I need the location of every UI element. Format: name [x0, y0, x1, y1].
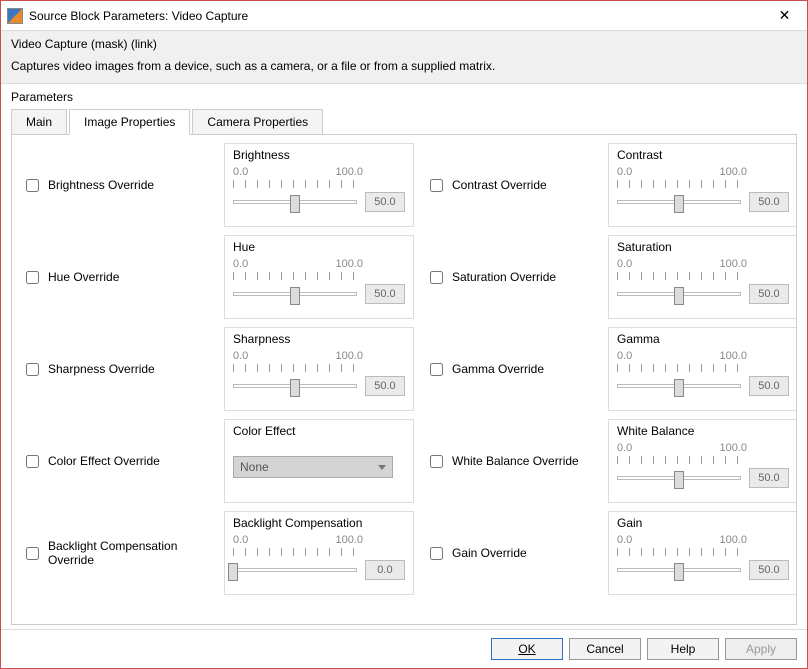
- tab-camera-properties[interactable]: Camera Properties: [192, 109, 323, 135]
- gamma-override-cell: Gamma Override: [426, 360, 596, 379]
- sharpness-override-cell: Sharpness Override: [22, 360, 212, 379]
- gain-value: 50.0: [749, 560, 789, 580]
- brightness-title: Brightness: [233, 148, 405, 162]
- white-balance-override-cell: White Balance Override: [426, 452, 596, 471]
- gain-override-checkbox[interactable]: [430, 547, 443, 560]
- gamma-slider[interactable]: [617, 380, 741, 392]
- contrast-override-checkbox[interactable]: [430, 179, 443, 192]
- white-balance-title: White Balance: [617, 424, 789, 438]
- mask-link-line: Video Capture (mask) (link): [11, 37, 797, 51]
- saturation-override-label: Saturation Override: [452, 270, 556, 284]
- hue-fieldset: Hue 0.0 100.0 50.0: [224, 235, 414, 319]
- color-effect-title: Color Effect: [233, 424, 405, 438]
- titlebar: Source Block Parameters: Video Capture ✕: [1, 1, 807, 31]
- gain-slider[interactable]: [617, 564, 741, 576]
- color-effect-dropdown[interactable]: None: [233, 456, 393, 478]
- gain-override-label: Gain Override: [452, 546, 527, 560]
- backlight-override-cell: Backlight Compensation Override: [22, 539, 212, 567]
- close-button[interactable]: ✕: [762, 1, 807, 30]
- contrast-override-label: Contrast Override: [452, 178, 547, 192]
- brightness-override-checkbox[interactable]: [26, 179, 39, 192]
- sharpness-slider[interactable]: [233, 380, 357, 392]
- backlight-override-label: Backlight Compensation Override: [48, 539, 212, 567]
- cancel-button[interactable]: Cancel: [569, 638, 641, 660]
- apply-button[interactable]: Apply: [725, 638, 797, 660]
- sharpness-fieldset: Sharpness 0.0 100.0 50.0: [224, 327, 414, 411]
- sharpness-value: 50.0: [365, 376, 405, 396]
- color-effect-override-label: Color Effect Override: [48, 454, 160, 468]
- brightness-value: 50.0: [365, 192, 405, 212]
- image-properties-grid: Brightness Override Brightness 0.0 100.0…: [22, 143, 786, 595]
- contrast-override-cell: Contrast Override: [426, 176, 596, 195]
- brightness-override-cell: Brightness Override: [22, 176, 212, 195]
- saturation-title: Saturation: [617, 240, 789, 254]
- backlight-fieldset: Backlight Compensation 0.0 100.0 0.0: [224, 511, 414, 595]
- tab-content-image-properties: Brightness Override Brightness 0.0 100.0…: [11, 134, 797, 625]
- dialog-window: Source Block Parameters: Video Capture ✕…: [0, 0, 808, 669]
- white-balance-override-checkbox[interactable]: [430, 455, 443, 468]
- sharpness-title: Sharpness: [233, 332, 405, 346]
- tab-image-properties[interactable]: Image Properties: [69, 109, 190, 135]
- saturation-slider[interactable]: [617, 288, 741, 300]
- hue-slider[interactable]: [233, 288, 357, 300]
- block-description: Captures video images from a device, suc…: [11, 59, 797, 73]
- window-title: Source Block Parameters: Video Capture: [29, 9, 762, 23]
- tab-main[interactable]: Main: [11, 109, 67, 135]
- white-balance-override-label: White Balance Override: [452, 454, 579, 468]
- header-region: Video Capture (mask) (link) Captures vid…: [1, 31, 807, 84]
- white-balance-value: 50.0: [749, 468, 789, 488]
- parameters-label: Parameters: [11, 90, 797, 104]
- brightness-slider[interactable]: [233, 196, 357, 208]
- dialog-footer: OK Cancel Help Apply: [1, 629, 807, 668]
- hue-title: Hue: [233, 240, 405, 254]
- brightness-ticks: [233, 180, 363, 190]
- contrast-value: 50.0: [749, 192, 789, 212]
- sharpness-override-label: Sharpness Override: [48, 362, 155, 376]
- white-balance-fieldset: White Balance 0.0 100.0 50.0: [608, 419, 797, 503]
- color-effect-override-cell: Color Effect Override: [22, 452, 212, 471]
- contrast-fieldset: Contrast 0.0 100.0 50.0: [608, 143, 797, 227]
- brightness-fieldset: Brightness 0.0 100.0 50.0: [224, 143, 414, 227]
- color-effect-selected: None: [240, 460, 269, 474]
- brightness-override-label: Brightness Override: [48, 178, 154, 192]
- saturation-override-checkbox[interactable]: [430, 271, 443, 284]
- parameters-region: Parameters Main Image Properties Camera …: [1, 84, 807, 629]
- brightness-min: 0.0: [233, 166, 248, 178]
- app-icon: [7, 8, 23, 24]
- gain-override-cell: Gain Override: [426, 544, 596, 563]
- gamma-fieldset: Gamma 0.0 100.0 50.0: [608, 327, 797, 411]
- ok-button[interactable]: OK: [491, 638, 563, 660]
- saturation-override-cell: Saturation Override: [426, 268, 596, 287]
- hue-override-cell: Hue Override: [22, 268, 212, 287]
- contrast-slider[interactable]: [617, 196, 741, 208]
- close-icon: ✕: [779, 7, 791, 24]
- hue-override-checkbox[interactable]: [26, 271, 39, 284]
- hue-override-label: Hue Override: [48, 270, 119, 284]
- contrast-max: 100.0: [719, 166, 747, 178]
- tabstrip: Main Image Properties Camera Properties: [11, 109, 797, 135]
- gamma-override-label: Gamma Override: [452, 362, 544, 376]
- gamma-override-checkbox[interactable]: [430, 363, 443, 376]
- gain-fieldset: Gain 0.0 100.0 50.0: [608, 511, 797, 595]
- backlight-slider[interactable]: [233, 564, 357, 576]
- help-button[interactable]: Help: [647, 638, 719, 660]
- contrast-min: 0.0: [617, 166, 632, 178]
- saturation-value: 50.0: [749, 284, 789, 304]
- contrast-title: Contrast: [617, 148, 789, 162]
- saturation-fieldset: Saturation 0.0 100.0 50.0: [608, 235, 797, 319]
- gamma-title: Gamma: [617, 332, 789, 346]
- backlight-override-checkbox[interactable]: [26, 547, 39, 560]
- hue-value: 50.0: [365, 284, 405, 304]
- sharpness-override-checkbox[interactable]: [26, 363, 39, 376]
- backlight-title: Backlight Compensation: [233, 516, 405, 530]
- gamma-value: 50.0: [749, 376, 789, 396]
- color-effect-override-checkbox[interactable]: [26, 455, 39, 468]
- backlight-value: 0.0: [365, 560, 405, 580]
- brightness-max: 100.0: [335, 166, 363, 178]
- white-balance-slider[interactable]: [617, 472, 741, 484]
- color-effect-fieldset: Color Effect None: [224, 419, 414, 503]
- gain-title: Gain: [617, 516, 789, 530]
